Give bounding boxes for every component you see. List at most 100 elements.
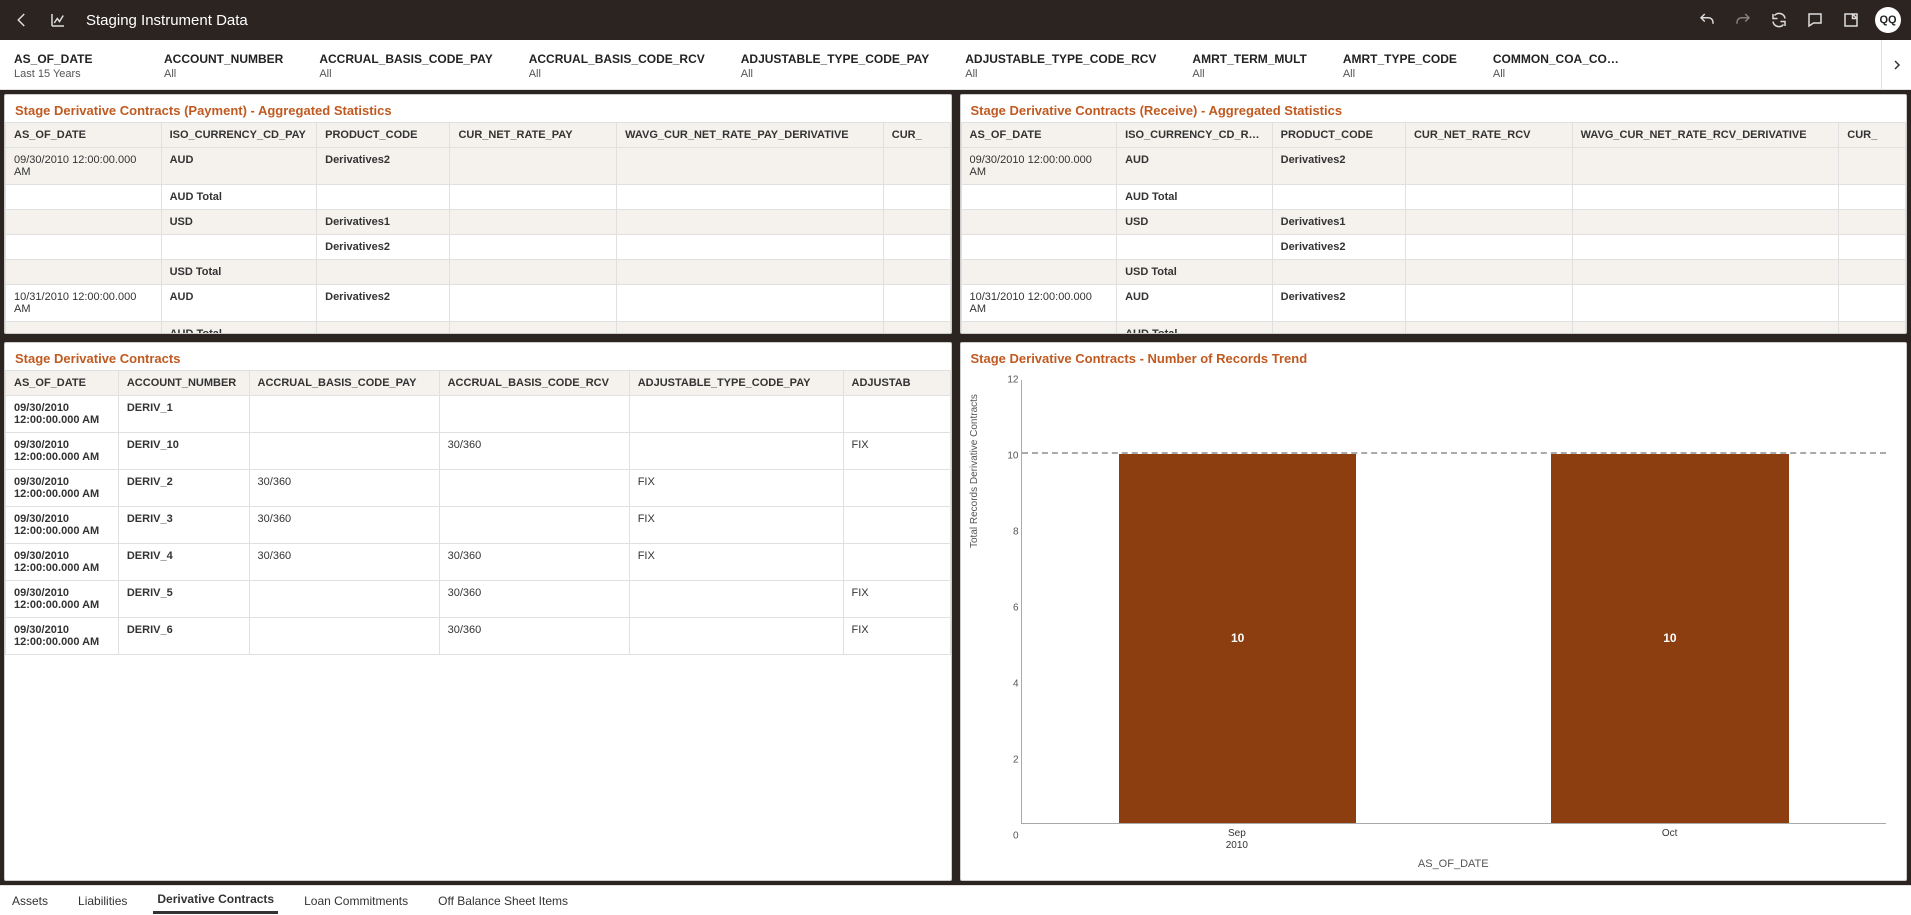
tab-off-balance-sheet-items[interactable]: Off Balance Sheet Items — [434, 889, 572, 913]
table-row[interactable]: USD Total — [961, 260, 1906, 285]
agg-rcv-table[interactable]: AS_OF_DATEISO_CURRENCY_CD_RCVPRODUCT_COD… — [961, 122, 1907, 333]
export-icon[interactable] — [1839, 8, 1863, 32]
chart-x-tick: Sep2010 — [1021, 824, 1454, 858]
table-row[interactable]: 09/30/2010 12:00:00.000 AMAUDDerivatives… — [961, 148, 1906, 185]
table-row[interactable]: 09/30/2010 12:00:00.000 AMAUDDerivatives… — [6, 148, 951, 185]
filter-adjustable_type_code_rcv[interactable]: ADJUSTABLE_TYPE_CODE_RCV All — [961, 40, 1168, 89]
bottom-tabs: Assets Liabilities Derivative Contracts Loa… — [0, 885, 1911, 915]
chart-y-axis-title: Total Records Derivative Contracts — [969, 394, 980, 548]
trend-chart[interactable]: Total Records Derivative Contracts 0 2 4 6 8… — [961, 370, 1907, 880]
chart-y-tick: 12 — [1007, 375, 1018, 386]
table-row[interactable]: 09/30/2010 12:00:00.000 AMDERIV_230/360F… — [6, 470, 951, 507]
col-header[interactable]: ISO_CURRENCY_CD_RCV — [1117, 123, 1273, 148]
topbar: Staging Instrument Data QQ — [0, 0, 1911, 40]
filter-amrt_type_code[interactable]: AMRT_TYPE_CODEAll — [1339, 40, 1469, 89]
table-row[interactable]: 10/31/2010 12:00:00.000 AMAUDDerivatives… — [961, 285, 1906, 322]
chart-y-tick: 8 — [1013, 527, 1019, 538]
filter-accrual_basis_code_pay[interactable]: ACCRUAL_BASIS_CODE_PAYAll — [315, 40, 504, 89]
tab-loan-commitments[interactable]: Loan Commitments — [300, 889, 412, 913]
filter-accrual_basis_code_rcv[interactable]: ACCRUAL_BASIS_CODE_RCV All — [525, 40, 717, 89]
filter-value: All — [1192, 68, 1306, 80]
filters-scroll-right[interactable] — [1881, 40, 1911, 89]
table-row[interactable]: AUD Total — [961, 322, 1906, 334]
refresh-icon[interactable] — [1767, 8, 1791, 32]
table-row[interactable]: AUD Total — [6, 185, 951, 210]
redo-icon[interactable] — [1731, 8, 1755, 32]
filter-value: All — [529, 68, 705, 80]
chart-y-tick: 0 — [1013, 831, 1019, 842]
table-row[interactable]: USD Total — [6, 260, 951, 285]
avatar[interactable]: QQ — [1875, 7, 1901, 33]
table-row[interactable]: 09/30/2010 12:00:00.000 AMDERIV_1030/360… — [6, 433, 951, 470]
comment-icon[interactable] — [1803, 8, 1827, 32]
table-row[interactable]: USDDerivatives1 — [961, 210, 1906, 235]
col-header[interactable]: CUR_NET_RATE_PAY — [450, 123, 617, 148]
col-header[interactable]: ISO_CURRENCY_CD_PAY — [161, 123, 317, 148]
undo-icon[interactable] — [1695, 8, 1719, 32]
panel-trend-title: Stage Derivative Contracts - Number of R… — [961, 343, 1907, 370]
filter-common_coa_co…[interactable]: COMMON_COA_CO… All — [1489, 40, 1631, 89]
table-row[interactable]: Derivatives2 — [6, 235, 951, 260]
filter-label: ACCRUAL_BASIS_CODE_PAY — [319, 52, 492, 66]
col-header[interactable]: PRODUCT_CODE — [1272, 123, 1405, 148]
filter-label: ADJUSTABLE_TYPE_CODE_RCV — [965, 52, 1156, 66]
filter-label: COMMON_COA_CO… — [1493, 52, 1619, 66]
col-header[interactable]: ADJUSTAB — [843, 371, 950, 396]
filter-value: All — [965, 68, 1156, 80]
filter-amrt_term_mult[interactable]: AMRT_TERM_MULT All — [1188, 40, 1318, 89]
table-row[interactable]: 09/30/2010 12:00:00.000 AMDERIV_630/360F… — [6, 618, 951, 655]
table-row[interactable]: 09/30/2010 12:00:00.000 AMDERIV_430/3603… — [6, 544, 951, 581]
col-header[interactable]: CUR_ — [883, 123, 950, 148]
chart-y-tick: 4 — [1013, 679, 1019, 690]
panel-agg-rcv-title: Stage Derivative Contracts (Receive) - A… — [961, 95, 1907, 122]
col-header[interactable]: WAVG_CUR_NET_RATE_RCV_DERIVATIVE — [1572, 123, 1839, 148]
col-header[interactable]: ACCOUNT_NUMBER — [118, 371, 249, 396]
col-header[interactable]: CUR_ — [1839, 123, 1906, 148]
col-header[interactable]: AS_OF_DATE — [6, 371, 119, 396]
detail-table[interactable]: AS_OF_DATEACCOUNT_NUMBERACCRUAL_BASIS_CO… — [5, 370, 951, 655]
panel-detail-title: Stage Derivative Contracts — [5, 343, 951, 370]
table-row[interactable]: 10/31/2010 12:00:00.000 AMAUDDerivatives… — [6, 285, 951, 322]
chart-y-tick: 2 — [1013, 755, 1019, 766]
chart-bar[interactable]: 10 — [1551, 454, 1789, 823]
table-row[interactable]: USDDerivatives1 — [6, 210, 951, 235]
filter-value: Last 15 Years — [14, 68, 128, 80]
tab-assets[interactable]: Assets — [8, 889, 52, 913]
page-title: Staging Instrument Data — [86, 12, 1683, 29]
filter-value: All — [1343, 68, 1457, 80]
table-row[interactable]: AUD Total — [6, 322, 951, 334]
filter-value: All — [1493, 68, 1619, 80]
filter-account_number[interactable]: ACCOUNT_NUMBERAll — [160, 40, 295, 89]
chart-bar[interactable]: 10 — [1119, 454, 1357, 823]
col-header[interactable]: WAVG_CUR_NET_RATE_PAY_DERIVATIVE — [617, 123, 884, 148]
col-header[interactable]: ACCRUAL_BASIS_CODE_RCV — [439, 371, 629, 396]
col-header[interactable]: AS_OF_DATE — [6, 123, 162, 148]
col-header[interactable]: ACCRUAL_BASIS_CODE_PAY — [249, 371, 439, 396]
col-header[interactable]: PRODUCT_CODE — [317, 123, 450, 148]
table-row[interactable]: Derivatives2 — [961, 235, 1906, 260]
back-arrow-icon[interactable] — [10, 8, 34, 32]
filter-label: ACCOUNT_NUMBER — [164, 52, 283, 66]
chart-bar-wrap: 10 — [1454, 380, 1886, 823]
chart-y-tick: 6 — [1013, 603, 1019, 614]
filter-as_of_date[interactable]: AS_OF_DATE Last 15 Years — [10, 40, 140, 89]
tab-liabilities[interactable]: Liabilities — [74, 889, 131, 913]
table-row[interactable]: 09/30/2010 12:00:00.000 AMDERIV_330/360F… — [6, 507, 951, 544]
tab-derivative-contracts[interactable]: Derivative Contracts — [153, 887, 278, 914]
agg-pay-table[interactable]: AS_OF_DATEISO_CURRENCY_CD_PAYPRODUCT_COD… — [5, 122, 951, 333]
table-row[interactable]: AUD Total — [961, 185, 1906, 210]
filter-adjustable_type_code_pay[interactable]: ADJUSTABLE_TYPE_CODE_PAYAll — [737, 40, 942, 89]
table-row[interactable]: 09/30/2010 12:00:00.000 AMDERIV_1 — [6, 396, 951, 433]
filter-value: All — [741, 68, 930, 80]
col-header[interactable]: CUR_NET_RATE_RCV — [1405, 123, 1572, 148]
chart-x-tick: Oct — [1453, 824, 1886, 858]
table-row[interactable]: 09/30/2010 12:00:00.000 AMDERIV_530/360F… — [6, 581, 951, 618]
filter-label: ACCRUAL_BASIS_CODE_RCV — [529, 52, 705, 66]
filters-row: AS_OF_DATELast 15 YearsACCOUNT_NUMBERAll… — [0, 40, 1911, 90]
col-header[interactable]: AS_OF_DATE — [961, 123, 1117, 148]
filter-label: AMRT_TERM_MULT — [1192, 52, 1306, 66]
panel-trend: Stage Derivative Contracts - Number of R… — [960, 342, 1908, 881]
col-header[interactable]: ADJUSTABLE_TYPE_CODE_PAY — [629, 371, 843, 396]
panel-agg-pay: Stage Derivative Contracts (Payment) - A… — [4, 94, 952, 334]
filter-label: AS_OF_DATE — [14, 52, 128, 66]
